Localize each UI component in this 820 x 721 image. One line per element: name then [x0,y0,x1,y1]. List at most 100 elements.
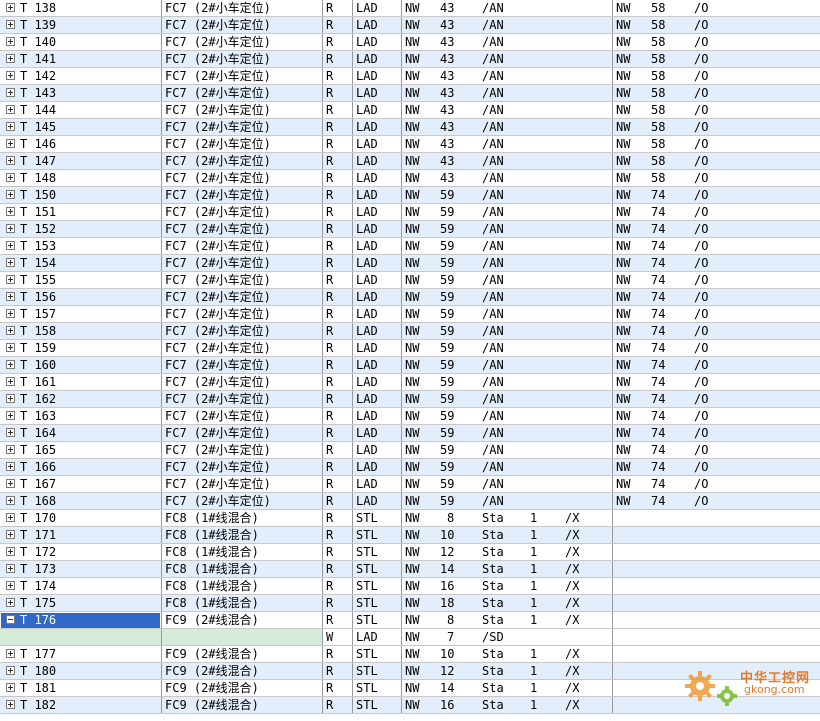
expand-icon[interactable] [6,258,15,267]
table-row[interactable]: T 140 FC7 (2#小车定位) R LAD NW 43/AN NW 58/O [0,34,820,51]
expand-icon[interactable] [6,428,15,437]
expand-icon[interactable] [6,683,15,692]
expand-icon[interactable] [6,275,15,284]
table-row[interactable]: T 168 FC7 (2#小车定位) R LAD NW 59/AN NW 74/O [0,493,820,510]
table-row[interactable]: T 147 FC7 (2#小车定位) R LAD NW 43/AN NW 58/O [0,153,820,170]
operand-cell[interactable]: T 167 [0,476,161,493]
operand-cell[interactable]: T 176 [0,612,161,629]
expand-icon[interactable] [6,343,15,352]
expand-icon[interactable] [6,326,15,335]
table-row[interactable]: T 144 FC7 (2#小车定位) R LAD NW 43/AN NW 58/O [0,102,820,119]
table-row[interactable]: T 165 FC7 (2#小车定位) R LAD NW 59/AN NW 74/O [0,442,820,459]
expand-icon[interactable] [6,88,15,97]
operand-cell[interactable]: T 152 [0,221,161,238]
expand-icon[interactable] [6,411,15,420]
operand-cell[interactable]: T 175 [0,595,161,612]
table-row[interactable]: T 161 FC7 (2#小车定位) R LAD NW 59/AN NW 74/O [0,374,820,391]
table-subrow[interactable]: W LAD NW 7/SD [0,629,820,646]
operand-cell[interactable]: T 154 [0,255,161,272]
operand-cell[interactable]: T 164 [0,425,161,442]
expand-icon[interactable] [6,564,15,573]
table-row[interactable]: T 155 FC7 (2#小车定位) R LAD NW 59/AN NW 74/O [0,272,820,289]
expand-icon[interactable] [6,224,15,233]
table-row[interactable]: T 145 FC7 (2#小车定位) R LAD NW 43/AN NW 58/O [0,119,820,136]
expand-icon[interactable] [6,37,15,46]
table-row[interactable]: T 170 FC8 (1#线混合) R STL NW 8 Sta 1/X [0,510,820,527]
table-row[interactable]: T 139 FC7 (2#小车定位) R LAD NW 43/AN NW 58/O [0,17,820,34]
collapse-icon[interactable] [6,615,15,624]
expand-icon[interactable] [6,3,15,12]
operand-cell[interactable]: T 138 [0,0,161,17]
operand-cell[interactable]: T 148 [0,170,161,187]
expand-icon[interactable] [6,530,15,539]
table-row[interactable]: T 152 FC7 (2#小车定位) R LAD NW 59/AN NW 74/O [0,221,820,238]
table-row[interactable]: T 176 FC9 (2#线混合) R STL NW 8 Sta 1/X [0,612,820,629]
operand-cell[interactable]: T 139 [0,17,161,34]
operand-cell[interactable]: T 150 [0,187,161,204]
operand-cell[interactable]: T 140 [0,34,161,51]
expand-icon[interactable] [6,462,15,471]
expand-icon[interactable] [6,292,15,301]
operand-cell[interactable]: T 156 [0,289,161,306]
operand-cell[interactable]: T 173 [0,561,161,578]
table-row[interactable]: T 157 FC7 (2#小车定位) R LAD NW 59/AN NW 74/O [0,306,820,323]
expand-icon[interactable] [6,700,15,709]
expand-icon[interactable] [6,20,15,29]
table-row[interactable]: T 156 FC7 (2#小车定位) R LAD NW 59/AN NW 74/O [0,289,820,306]
expand-icon[interactable] [6,513,15,522]
operand-cell[interactable]: T 165 [0,442,161,459]
operand-cell[interactable]: T 146 [0,136,161,153]
operand-cell[interactable]: T 177 [0,646,161,663]
expand-icon[interactable] [6,190,15,199]
table-row[interactable]: T 150 FC7 (2#小车定位) R LAD NW 59/AN NW 74/O [0,187,820,204]
table-row[interactable]: T 160 FC7 (2#小车定位) R LAD NW 59/AN NW 74/O [0,357,820,374]
table-row[interactable]: T 142 FC7 (2#小车定位) R LAD NW 43/AN NW 58/O [0,68,820,85]
expand-icon[interactable] [6,598,15,607]
operand-cell[interactable]: T 180 [0,663,161,680]
table-row[interactable]: T 163 FC7 (2#小车定位) R LAD NW 59/AN NW 74/O [0,408,820,425]
table-row[interactable]: T 175 FC8 (1#线混合) R STL NW 18 Sta 1/X [0,595,820,612]
operand-cell[interactable]: T 158 [0,323,161,340]
table-row[interactable]: T 151 FC7 (2#小车定位) R LAD NW 59/AN NW 74/O [0,204,820,221]
expand-icon[interactable] [6,547,15,556]
table-row[interactable]: T 171 FC8 (1#线混合) R STL NW 10 Sta 1/X [0,527,820,544]
table-row[interactable]: T 153 FC7 (2#小车定位) R LAD NW 59/AN NW 74/O [0,238,820,255]
table-row[interactable]: T 158 FC7 (2#小车定位) R LAD NW 59/AN NW 74/O [0,323,820,340]
table-row[interactable]: T 167 FC7 (2#小车定位) R LAD NW 59/AN NW 74/O [0,476,820,493]
operand-cell[interactable]: T 161 [0,374,161,391]
table-row[interactable]: T 172 FC8 (1#线混合) R STL NW 12 Sta 1/X [0,544,820,561]
expand-icon[interactable] [6,122,15,131]
operand-cell[interactable]: T 174 [0,578,161,595]
operand-cell[interactable]: T 157 [0,306,161,323]
expand-icon[interactable] [6,105,15,114]
expand-icon[interactable] [6,394,15,403]
expand-icon[interactable] [6,377,15,386]
expand-icon[interactable] [6,445,15,454]
operand-cell[interactable]: T 170 [0,510,161,527]
operand-cell[interactable]: T 168 [0,493,161,510]
operand-cell[interactable]: T 144 [0,102,161,119]
operand-cell[interactable]: T 172 [0,544,161,561]
operand-cell[interactable]: T 145 [0,119,161,136]
expand-icon[interactable] [6,360,15,369]
operand-cell[interactable]: T 181 [0,680,161,697]
expand-icon[interactable] [6,241,15,250]
operand-cell[interactable]: T 163 [0,408,161,425]
operand-cell[interactable]: T 166 [0,459,161,476]
operand-cell[interactable]: T 147 [0,153,161,170]
table-row[interactable]: T 159 FC7 (2#小车定位) R LAD NW 59/AN NW 74/O [0,340,820,357]
table-row[interactable]: T 143 FC7 (2#小车定位) R LAD NW 43/AN NW 58/O [0,85,820,102]
expand-icon[interactable] [6,156,15,165]
expand-icon[interactable] [6,496,15,505]
expand-icon[interactable] [6,139,15,148]
table-row[interactable]: T 164 FC7 (2#小车定位) R LAD NW 59/AN NW 74/O [0,425,820,442]
expand-icon[interactable] [6,54,15,63]
table-row[interactable]: T 138 FC7 (2#小车定位) R LAD NW 43/AN NW 58/O [0,0,820,17]
expand-icon[interactable] [6,666,15,675]
operand-cell[interactable]: T 160 [0,357,161,374]
expand-icon[interactable] [6,649,15,658]
table-row[interactable]: T 154 FC7 (2#小车定位) R LAD NW 59/AN NW 74/O [0,255,820,272]
table-row[interactable]: T 146 FC7 (2#小车定位) R LAD NW 43/AN NW 58/O [0,136,820,153]
table-row[interactable]: T 141 FC7 (2#小车定位) R LAD NW 43/AN NW 58/O [0,51,820,68]
operand-cell[interactable]: T 171 [0,527,161,544]
